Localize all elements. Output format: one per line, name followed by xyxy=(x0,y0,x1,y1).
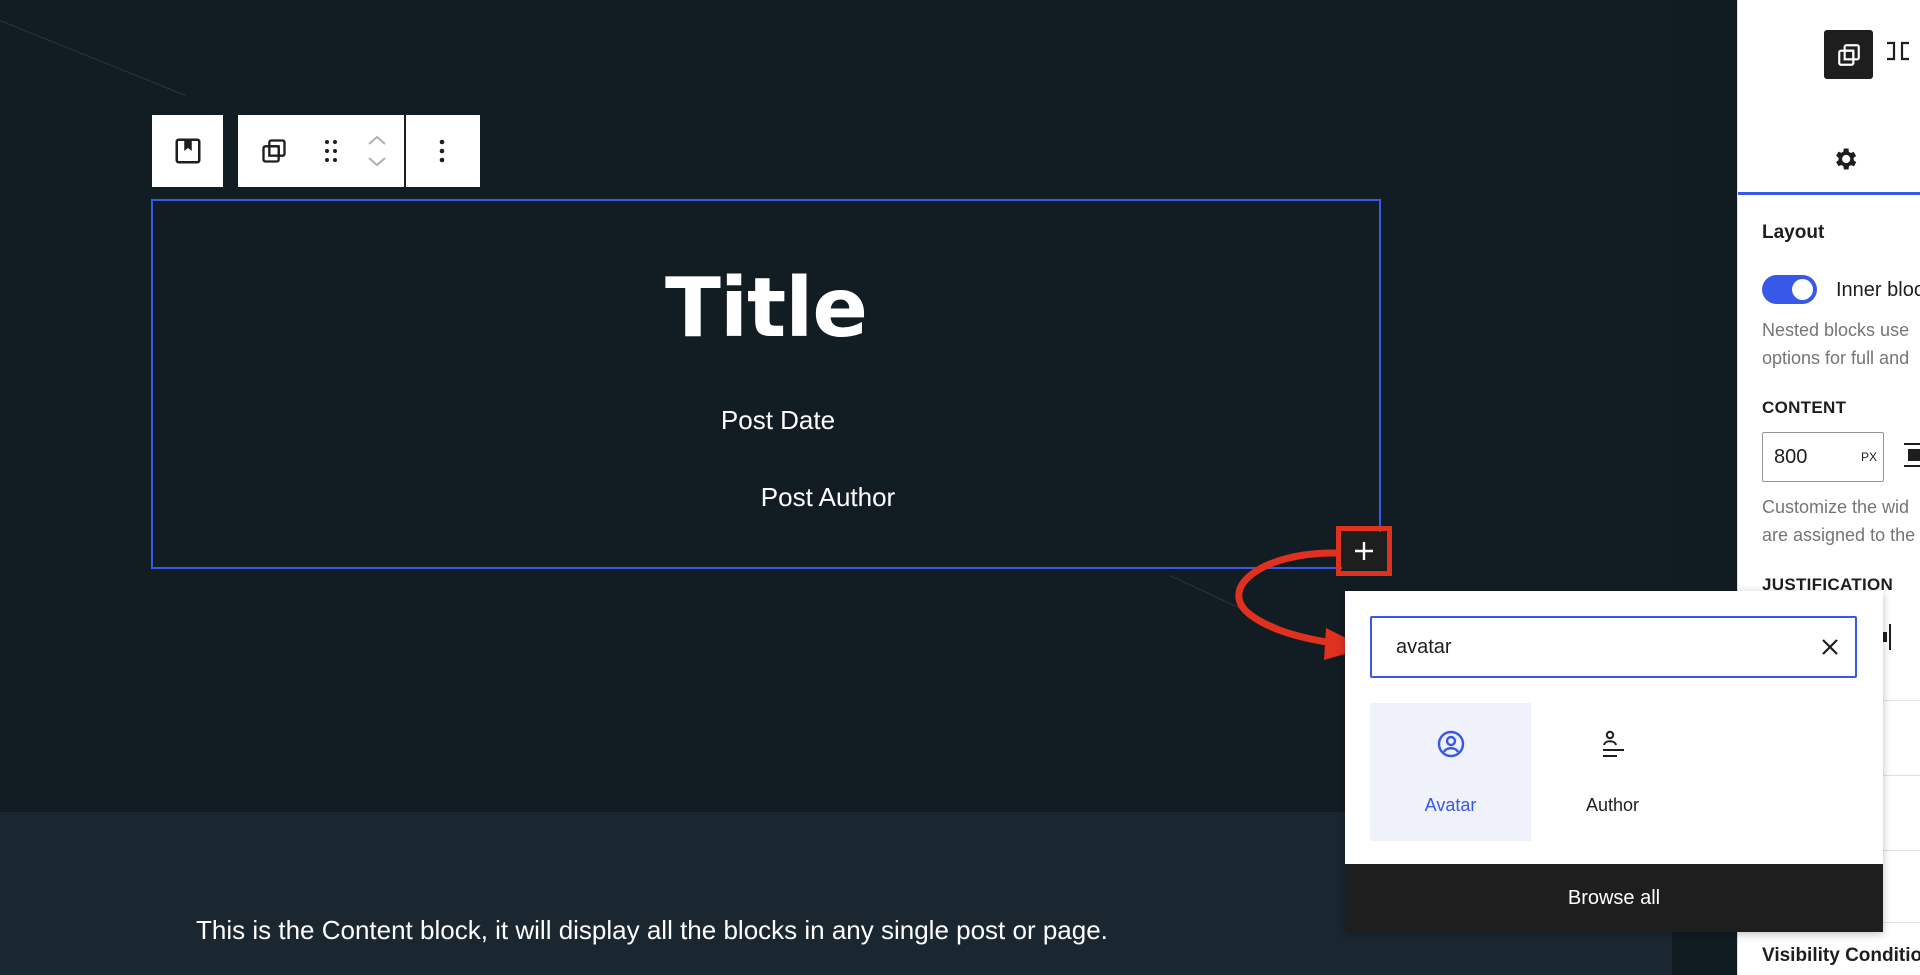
toggle-knob xyxy=(1792,279,1813,300)
bookmark-block-icon xyxy=(175,138,200,164)
duplicate-icon xyxy=(1837,43,1860,66)
block-type-button[interactable] xyxy=(152,115,223,187)
author-icon xyxy=(1532,729,1693,761)
chevron-down-icon[interactable] xyxy=(366,155,388,169)
visibility-conditions-label[interactable]: Visibility Conditio xyxy=(1762,945,1920,967)
content-width-input[interactable]: 800 PX xyxy=(1762,432,1884,482)
block-result-label: Author xyxy=(1585,795,1640,815)
spacing-icon xyxy=(1887,41,1909,61)
chevron-up-icon[interactable] xyxy=(366,133,388,147)
close-icon xyxy=(1822,639,1838,655)
avatar-icon xyxy=(1370,729,1531,759)
sidebar-tabs xyxy=(1738,0,1920,195)
duplicate-icon xyxy=(262,139,286,163)
inner-blocks-toggle[interactable] xyxy=(1762,275,1817,304)
options-button[interactable] xyxy=(406,115,478,187)
gear-icon xyxy=(1836,148,1857,170)
post-author[interactable]: Post Author xyxy=(153,482,1503,513)
decorative-line xyxy=(0,20,186,96)
content-block-text[interactable]: This is the Content block, it will displ… xyxy=(196,915,1108,946)
post-date[interactable]: Post Date xyxy=(153,405,1403,436)
content-width-label: CONTENT xyxy=(1762,398,1847,417)
block-result-author[interactable]: Author xyxy=(1532,703,1693,841)
block-search-box xyxy=(1370,616,1857,678)
content-help-text: Customize the wid xyxy=(1762,497,1910,517)
toggle-help-text: options for full and xyxy=(1762,348,1910,368)
selected-group-block[interactable]: Title Post Date Post Author xyxy=(151,199,1381,569)
browse-all-button[interactable]: Browse all xyxy=(1345,864,1883,932)
block-result-avatar[interactable]: Avatar xyxy=(1370,703,1531,841)
content-width-value: 800 xyxy=(1774,446,1808,468)
styles-tab[interactable] xyxy=(1884,38,1912,69)
block-type-toolbar xyxy=(152,115,223,187)
settings-tab[interactable] xyxy=(1831,145,1859,178)
block-result-label: Avatar xyxy=(1424,795,1477,815)
block-settings-tab[interactable] xyxy=(1824,30,1873,79)
drag-handle[interactable] xyxy=(310,115,352,187)
quick-inserter-popover: Avatar Author Browse all xyxy=(1345,591,1883,932)
unit-label[interactable]: PX xyxy=(1861,433,1877,481)
clear-search-button[interactable] xyxy=(1817,634,1843,660)
block-inserter-button[interactable] xyxy=(1342,532,1386,570)
more-vertical-icon xyxy=(439,139,445,163)
drag-handle-icon xyxy=(325,140,337,162)
decorative-line xyxy=(1169,575,1279,627)
transform-button[interactable] xyxy=(238,115,310,187)
post-title[interactable]: Title xyxy=(153,261,1379,356)
toggle-label: Inner bloc xyxy=(1836,279,1920,301)
content-help-text: are assigned to the xyxy=(1762,525,1916,545)
align-icon[interactable] xyxy=(1904,440,1920,475)
layout-section-title[interactable]: Layout xyxy=(1762,222,1824,244)
block-search-input[interactable] xyxy=(1396,618,1796,676)
move-buttons xyxy=(352,115,402,187)
block-tools-toolbar xyxy=(238,115,480,187)
toggle-help-text: Nested blocks use xyxy=(1762,320,1910,340)
plus-icon xyxy=(1355,542,1373,560)
